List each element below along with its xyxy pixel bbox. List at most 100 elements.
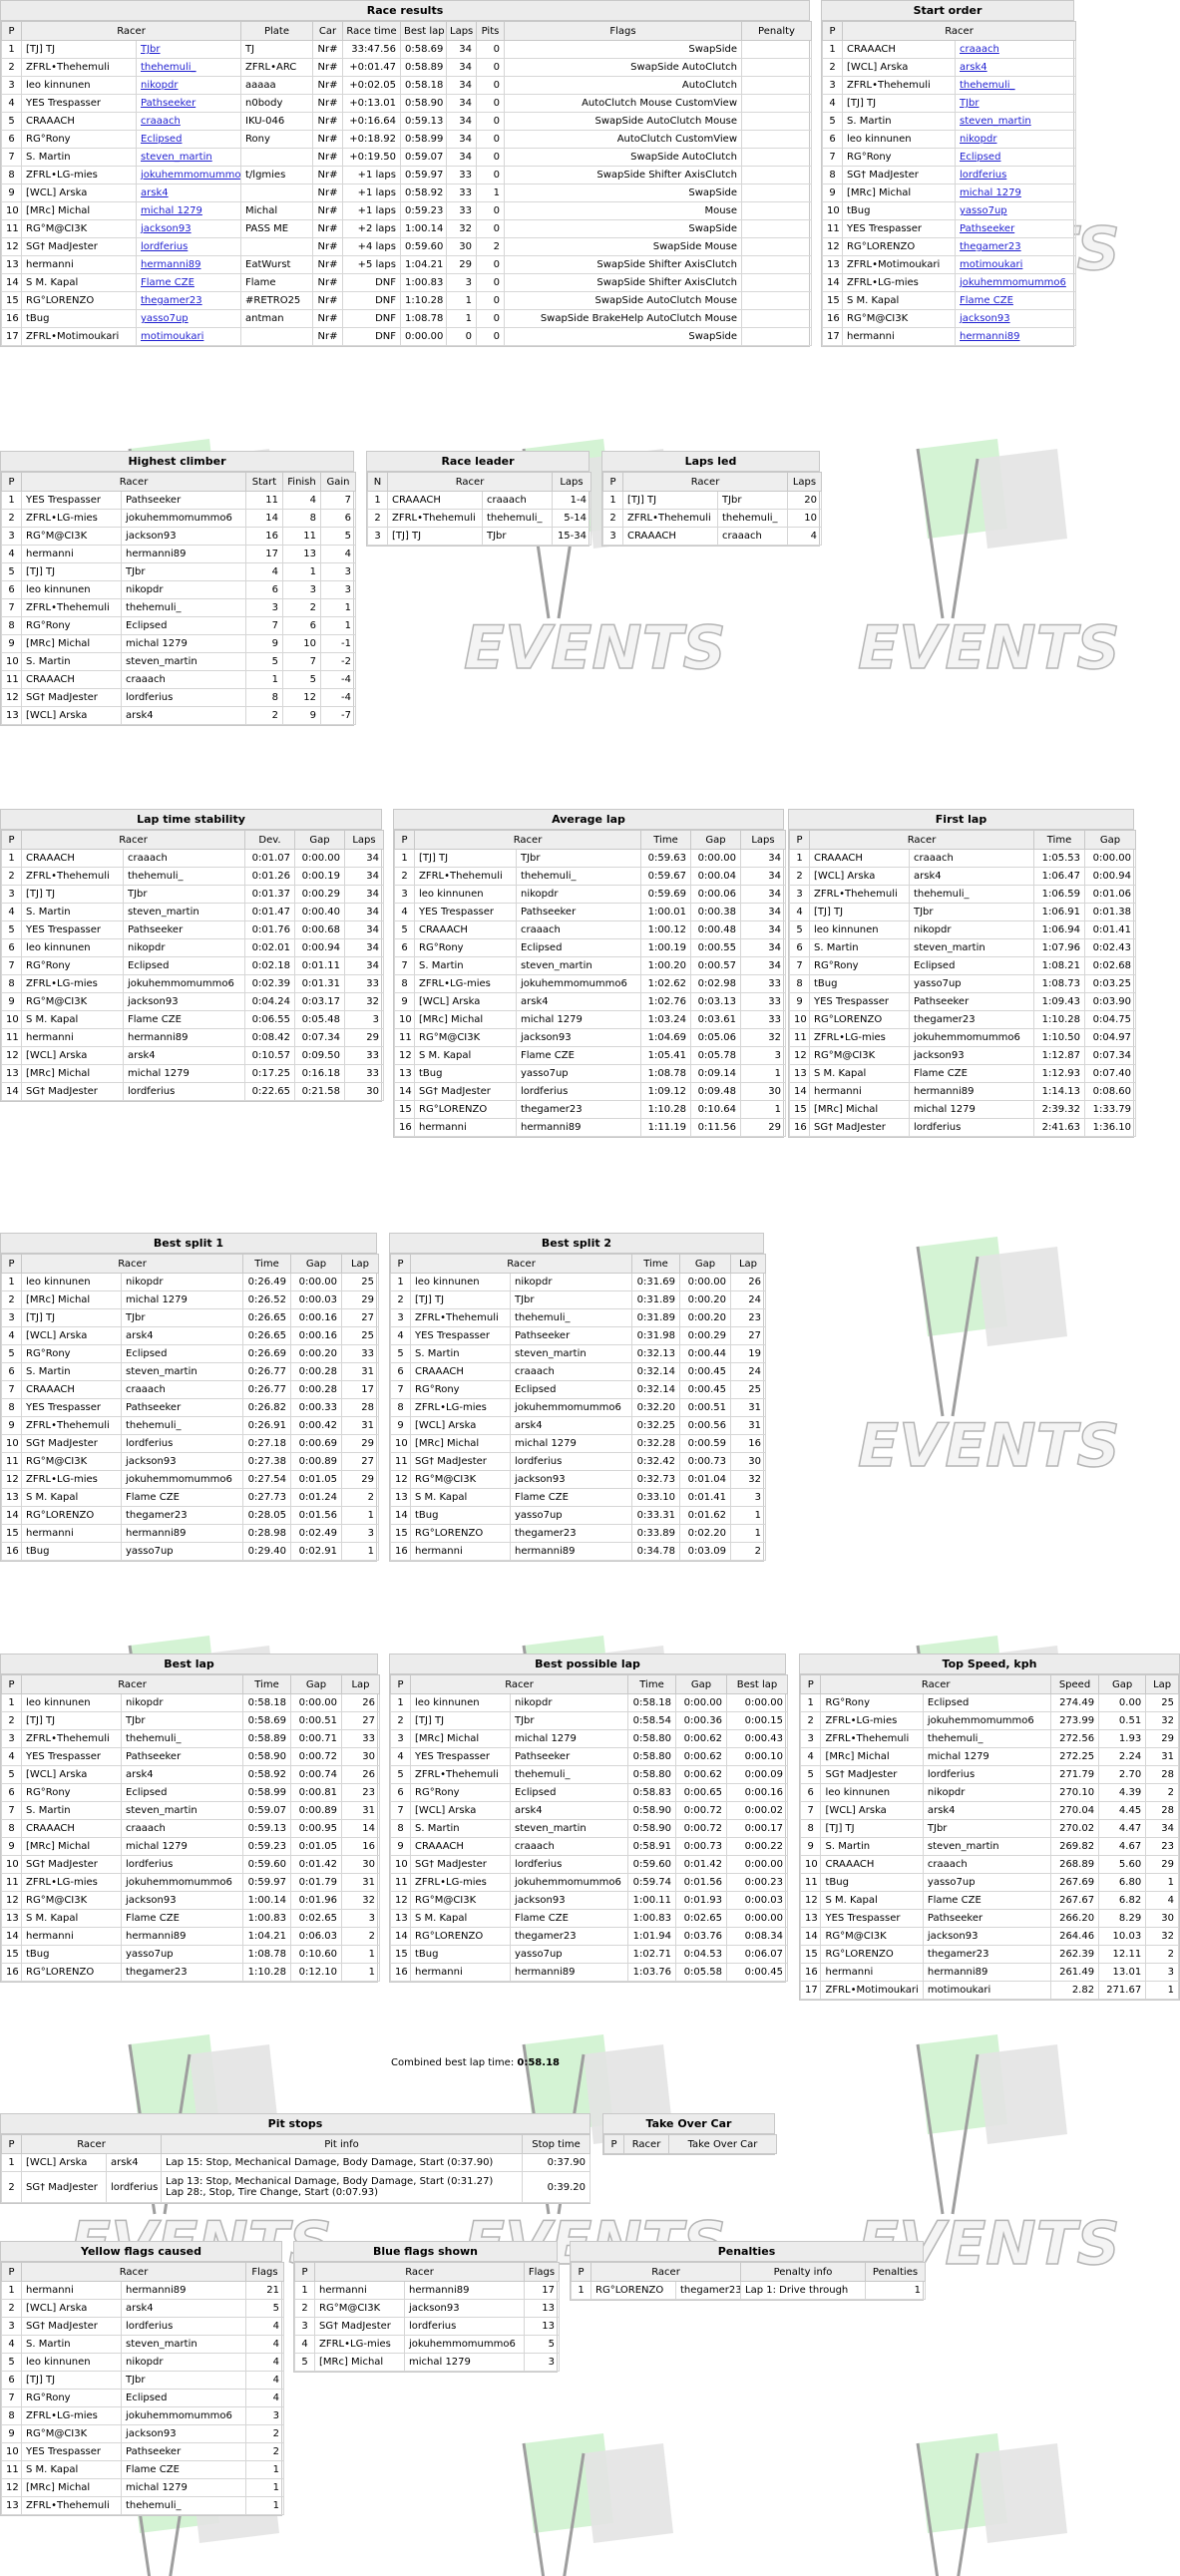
player-profile-link[interactable]: yasso7up <box>141 313 189 324</box>
player-profile-link[interactable]: hermanni89 <box>141 259 200 270</box>
player-name[interactable]: thehemuli_ <box>136 58 241 77</box>
player-name[interactable]: craaach <box>955 40 1076 59</box>
player-name[interactable]: motimoukari <box>136 327 241 346</box>
player-name[interactable]: jackson93 <box>955 309 1076 328</box>
player-profile-link[interactable]: lordferius <box>960 170 1006 181</box>
racer-name: RG°Rony <box>21 956 124 975</box>
player-name[interactable]: jokuhemmomummo6 <box>955 273 1076 292</box>
player-name[interactable]: Pathseeker <box>955 219 1076 238</box>
player-profile-link[interactable]: steven_martin <box>960 116 1031 127</box>
player-profile-link[interactable]: arsk4 <box>960 62 987 73</box>
player-name: lordferius <box>404 2317 525 2336</box>
player-name[interactable]: yasso7up <box>136 309 241 328</box>
player-name[interactable]: thegamer23 <box>955 237 1076 256</box>
player-profile-link[interactable]: thegamer23 <box>960 241 1021 252</box>
player-name: jackson93 <box>123 992 245 1011</box>
position: 7 <box>1 1801 22 1820</box>
table-row: 12 S M. Kapal Flame CZE 267.67 6.82 4 <box>799 1891 1179 1910</box>
player-profile-link[interactable]: jokuhemmomummo6 <box>960 277 1066 288</box>
player-profile-link[interactable]: Eclipsed <box>141 134 182 145</box>
player-name: Flame CZE <box>510 1488 632 1507</box>
player-name[interactable]: jokuhemmomummo6 <box>136 166 241 184</box>
player-name[interactable]: TJbr <box>955 94 1076 113</box>
player-name[interactable]: arsk4 <box>136 184 241 202</box>
player-name: thehemuli_ <box>909 885 1034 904</box>
player-profile-link[interactable]: michal 1279 <box>960 187 1021 198</box>
player-name[interactable]: craaach <box>136 112 241 131</box>
player-name[interactable]: Flame CZE <box>955 291 1076 310</box>
player-name[interactable]: jackson93 <box>136 219 241 238</box>
player-profile-link[interactable]: Flame CZE <box>960 295 1013 306</box>
position: 13 <box>789 1064 810 1083</box>
player-profile-link[interactable]: craaach <box>141 116 181 127</box>
gap: 0:21.58 <box>294 1082 345 1101</box>
player-name[interactable]: nikopdr <box>136 76 241 95</box>
gap: 12.11 <box>1098 1945 1147 1964</box>
player-profile-link[interactable]: lordferius <box>141 241 188 252</box>
player-name[interactable]: michal 1279 <box>136 201 241 220</box>
gap: 0:00.62 <box>675 1729 727 1748</box>
player-name[interactable]: lordferius <box>136 237 241 256</box>
player-profile-link[interactable]: steven_martin <box>141 152 212 163</box>
player-name[interactable]: thegamer23 <box>136 291 241 310</box>
player-profile-link[interactable]: motimoukari <box>960 259 1022 270</box>
player-profile-link[interactable]: Pathseeker <box>960 223 1014 234</box>
player-name[interactable]: nikopdr <box>955 130 1076 149</box>
position: 1 <box>390 1693 411 1712</box>
player-name[interactable]: thehemuli_ <box>955 76 1076 95</box>
player-profile-link[interactable]: motimoukari <box>141 331 203 342</box>
player-profile-link[interactable]: hermanni89 <box>960 331 1019 342</box>
penalty <box>741 309 812 328</box>
gain: -1 <box>320 634 356 653</box>
player-profile-link[interactable]: Pathseeker <box>141 98 196 109</box>
player-name[interactable]: yasso7up <box>955 201 1076 220</box>
player-name[interactable]: michal 1279 <box>955 184 1076 202</box>
player-profile-link[interactable]: jackson93 <box>960 313 1010 324</box>
player-profile-link[interactable]: Flame CZE <box>141 277 195 288</box>
player-profile-link[interactable]: TJbr <box>141 44 161 55</box>
lap: 16 <box>341 1837 380 1856</box>
player-profile-link[interactable]: thehemuli_ <box>141 62 197 73</box>
player-name[interactable]: steven_martin <box>955 112 1076 131</box>
player-name[interactable]: lordferius <box>955 166 1076 184</box>
player-profile-link[interactable]: nikopdr <box>960 134 996 145</box>
racer-name: hermanni <box>842 327 956 346</box>
player-name[interactable]: steven_martin <box>136 148 241 167</box>
player-profile-link[interactable]: arsk4 <box>141 187 169 198</box>
pit-info: Lap 13: Stop, Mechanical Damage, Body Da… <box>161 2171 523 2203</box>
player-name[interactable]: Flame CZE <box>136 273 241 292</box>
pits: 0 <box>476 201 505 220</box>
player-name[interactable]: motimoukari <box>955 255 1076 274</box>
racer-name: RG°Rony <box>21 616 122 635</box>
player-profile-link[interactable]: michal 1279 <box>141 205 202 216</box>
laps-led-panel: Laps led P Racer Laps 1 [TJ] TJ TJbr 20 2 ZFRL•… <box>601 451 822 547</box>
col-p: P <box>294 2262 315 2282</box>
player-name[interactable]: Eclipsed <box>955 148 1076 167</box>
player-name[interactable]: Eclipsed <box>136 130 241 149</box>
finish: 2 <box>282 598 321 617</box>
time: 0:26.49 <box>242 1273 291 1291</box>
player-name: TJbr <box>121 1711 243 1730</box>
player-profile-link[interactable]: thehemuli_ <box>960 80 1015 91</box>
gain: 5 <box>320 527 356 546</box>
player-profile-link[interactable]: yasso7up <box>960 205 1007 216</box>
lap: 30 <box>1145 1909 1179 1928</box>
player-profile-link[interactable]: jokuhemmomummo6 <box>141 170 240 181</box>
player-profile-link[interactable]: Eclipsed <box>960 152 1000 163</box>
player-name: michal 1279 <box>510 1434 632 1453</box>
player-name[interactable]: TJbr <box>136 40 241 59</box>
position: 5 <box>390 1765 411 1784</box>
player-name[interactable]: Pathseeker <box>136 94 241 113</box>
player-profile-link[interactable]: thegamer23 <box>141 295 202 306</box>
player-profile-link[interactable]: TJbr <box>960 98 980 109</box>
player-profile-link[interactable]: nikopdr <box>141 80 178 91</box>
lap: 3 <box>1145 1963 1179 1982</box>
player-profile-link[interactable]: jackson93 <box>141 223 192 234</box>
pits: 0 <box>476 40 505 59</box>
table-row: 10 YES Trespasser Pathseeker 2 <box>1 2442 284 2461</box>
player-name[interactable]: hermanni89 <box>955 327 1076 346</box>
player-name[interactable]: hermanni89 <box>136 255 241 274</box>
player-profile-link[interactable]: craaach <box>960 44 999 55</box>
player-name[interactable]: arsk4 <box>955 58 1076 77</box>
flags: 1 <box>245 2496 284 2515</box>
